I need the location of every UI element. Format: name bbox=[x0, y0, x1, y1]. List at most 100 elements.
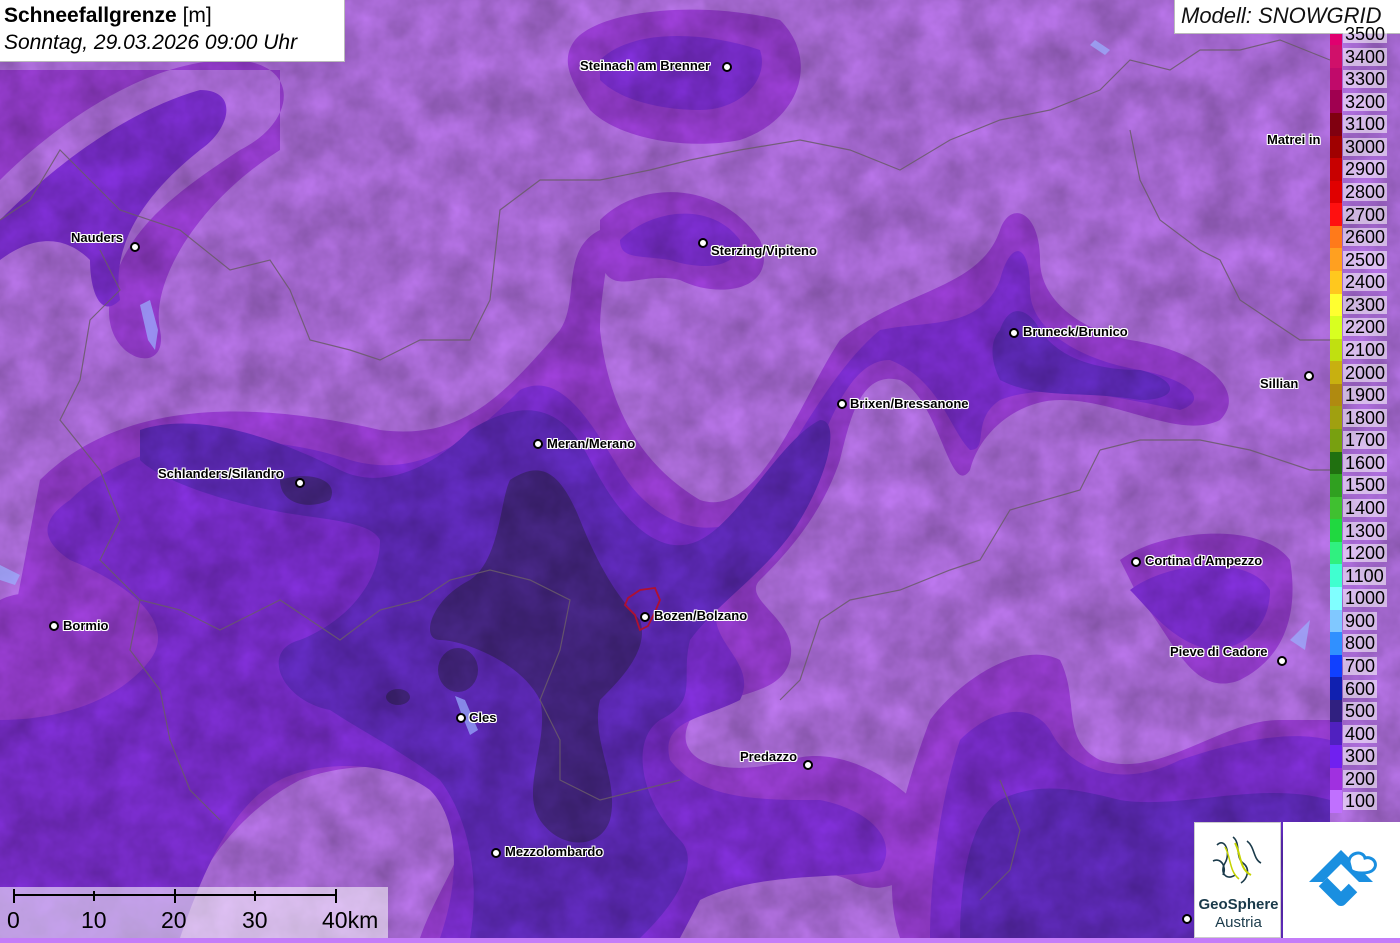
map-title-box: Schneefallgrenze [m] Sonntag, 29.03.2026… bbox=[0, 0, 345, 62]
legend-swatch bbox=[1330, 113, 1342, 136]
legend-swatch bbox=[1330, 429, 1342, 452]
legend-swatch bbox=[1330, 610, 1342, 633]
city-dot[interactable] bbox=[456, 713, 466, 723]
color-legend: 3500 3400 3300 3200 3100 3000 2900 2800 2700 2600… bbox=[1330, 25, 1400, 824]
legend-swatch bbox=[1330, 655, 1342, 678]
city-dot[interactable] bbox=[295, 478, 305, 488]
scale-label-30: 30 bbox=[242, 907, 268, 933]
city-dot[interactable] bbox=[640, 612, 650, 622]
legend-label: 200 bbox=[1343, 768, 1378, 789]
legend-label: 3100 bbox=[1343, 114, 1388, 135]
city-dot[interactable] bbox=[722, 62, 732, 72]
legend-label: 3400 bbox=[1343, 46, 1388, 67]
legend-swatch bbox=[1330, 474, 1342, 497]
city-label: Cles bbox=[469, 710, 497, 725]
city-label: Sterzing/Vipiteno bbox=[711, 243, 817, 258]
city-label: Predazzo bbox=[740, 749, 798, 764]
city-dot[interactable] bbox=[491, 848, 501, 858]
legend-swatch bbox=[1330, 248, 1342, 271]
legend-label: 3500 bbox=[1343, 24, 1388, 44]
legend-swatch bbox=[1330, 790, 1342, 813]
legend-label: 1300 bbox=[1343, 520, 1388, 541]
legend-swatch bbox=[1330, 406, 1342, 429]
city-dot[interactable] bbox=[533, 439, 543, 449]
city-dot[interactable] bbox=[1304, 371, 1314, 381]
legend-label: 1700 bbox=[1343, 430, 1388, 451]
legend-label: 100 bbox=[1343, 791, 1378, 812]
city-label: Bruneck/Brunico bbox=[1023, 324, 1128, 339]
legend-label: 1800 bbox=[1343, 407, 1388, 428]
city-dot[interactable] bbox=[130, 242, 140, 252]
city-dot[interactable] bbox=[837, 399, 847, 409]
legend-label: 600 bbox=[1343, 678, 1378, 699]
legend-label: 700 bbox=[1343, 656, 1378, 676]
legend-label: 2200 bbox=[1343, 317, 1388, 338]
legend-swatch bbox=[1330, 68, 1342, 91]
city-dot[interactable] bbox=[1009, 328, 1019, 338]
legend-label: 400 bbox=[1343, 723, 1378, 744]
geosphere-logo[interactable]: GeoSphere Austria bbox=[1194, 822, 1281, 938]
legend-swatch bbox=[1330, 768, 1342, 791]
legend-swatch bbox=[1330, 384, 1342, 407]
legend-label: 2400 bbox=[1343, 272, 1388, 293]
map-title-unit: [m] bbox=[182, 4, 212, 27]
city-label: Schlanders/Silandro bbox=[158, 466, 284, 481]
legend-swatch bbox=[1330, 587, 1342, 610]
cloud-arrow-icon bbox=[1309, 850, 1377, 906]
legend-label: 2800 bbox=[1343, 182, 1388, 202]
legend-swatch bbox=[1330, 294, 1342, 317]
city-dot[interactable] bbox=[1277, 656, 1287, 666]
city-label: Bormio bbox=[63, 618, 109, 633]
legend-swatch bbox=[1330, 745, 1342, 768]
city-dot[interactable] bbox=[49, 621, 59, 631]
legend-label: 2100 bbox=[1343, 340, 1388, 360]
legend-swatch bbox=[1330, 90, 1342, 113]
legend-label: 2600 bbox=[1343, 227, 1388, 248]
city-dot[interactable] bbox=[803, 760, 813, 770]
legend-label: 1400 bbox=[1343, 498, 1388, 518]
city-dot[interactable] bbox=[1182, 914, 1192, 924]
legend-swatch bbox=[1330, 271, 1342, 294]
legend-label: 2000 bbox=[1343, 362, 1388, 383]
scale-label-10: 10 bbox=[81, 907, 107, 933]
legend-swatch bbox=[1330, 632, 1342, 655]
city-dot[interactable] bbox=[698, 238, 708, 248]
legend-swatch bbox=[1330, 181, 1342, 204]
city-label: Cortina d'Ampezzo bbox=[1145, 553, 1263, 568]
geosphere-country: Austria bbox=[1215, 914, 1262, 931]
city-label: Bozen/Bolzano bbox=[654, 608, 748, 623]
scale-label-20: 20 bbox=[161, 907, 187, 933]
city-dot[interactable] bbox=[1131, 557, 1141, 567]
legend-label: 1600 bbox=[1343, 452, 1388, 473]
legend-swatch bbox=[1330, 564, 1342, 587]
legend-swatch bbox=[1330, 361, 1342, 384]
legend-label: 2900 bbox=[1343, 159, 1388, 180]
map-title: Schneefallgrenze bbox=[4, 4, 177, 27]
legend-label: 1500 bbox=[1343, 475, 1388, 496]
city-label: Nauders bbox=[71, 230, 124, 245]
city-label: Brixen/Bressanone bbox=[850, 396, 969, 411]
legend-label: 1000 bbox=[1343, 588, 1388, 609]
legend-label: 900 bbox=[1343, 610, 1378, 631]
legend-label: 2300 bbox=[1343, 294, 1388, 315]
legend-swatch bbox=[1330, 136, 1342, 159]
legend-label: 3200 bbox=[1343, 91, 1388, 112]
city-label: Sillian bbox=[1260, 376, 1299, 391]
legend-label: 1100 bbox=[1343, 565, 1386, 586]
city-label: Matrei in bbox=[1267, 132, 1321, 147]
legend-swatch bbox=[1330, 158, 1342, 181]
city-label: Steinach am Brenner bbox=[580, 58, 711, 73]
legend-swatch bbox=[1330, 677, 1342, 700]
legend-swatch bbox=[1330, 452, 1342, 475]
scale-label-40km: 40km bbox=[322, 907, 379, 933]
legend-label: 800 bbox=[1343, 633, 1378, 654]
geosphere-emblem-icon bbox=[1212, 836, 1262, 884]
legend-label: 1200 bbox=[1343, 543, 1388, 564]
legend-swatch bbox=[1330, 34, 1342, 46]
legend-label: 300 bbox=[1343, 746, 1378, 767]
weather-app-logo[interactable] bbox=[1283, 822, 1400, 938]
legend-label: 2700 bbox=[1343, 204, 1388, 225]
geosphere-name: GeoSphere bbox=[1198, 896, 1279, 913]
legend-swatch bbox=[1330, 45, 1342, 68]
legend-label: 3000 bbox=[1343, 136, 1388, 157]
